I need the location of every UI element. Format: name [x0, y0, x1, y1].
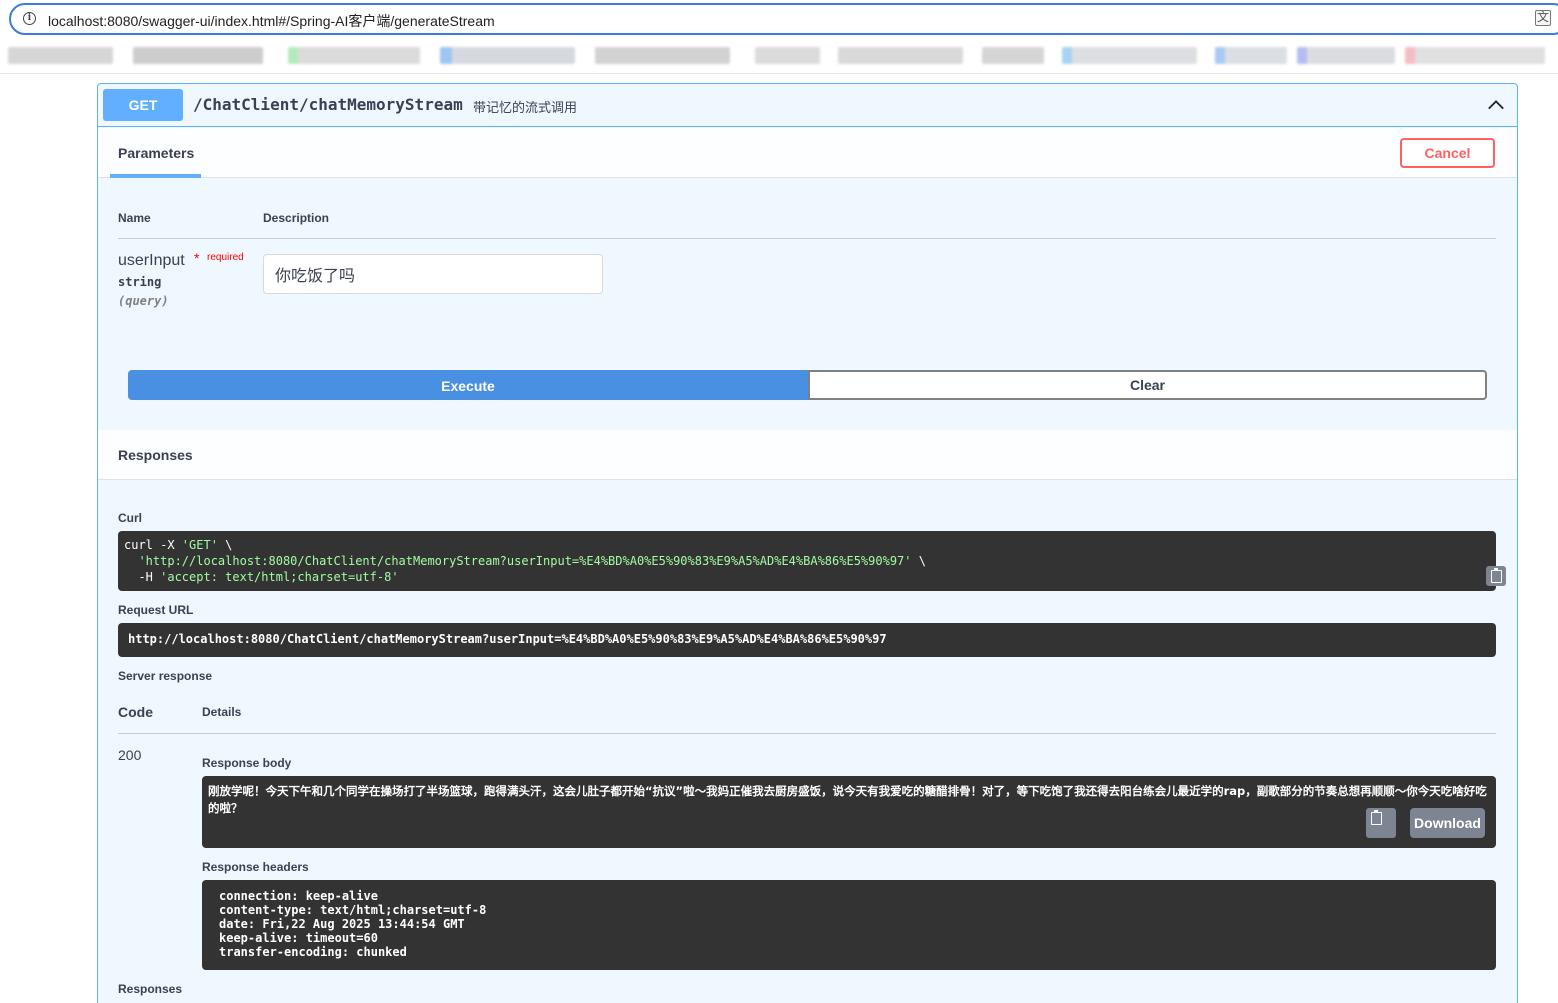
copy-icon[interactable]: [1366, 808, 1396, 838]
bookmark-item[interactable]: [755, 47, 820, 64]
operation-path: /ChatClient/chatMemoryStream: [193, 95, 463, 114]
server-response-label: Server response: [118, 669, 213, 683]
curl-label: Curl: [118, 511, 142, 525]
code-column-header: Code: [118, 704, 153, 720]
url-text[interactable]: localhost:8080/swagger-ui/index.html#/Sp…: [48, 11, 495, 31]
curl-method: 'GET': [181, 538, 218, 552]
responses-footer-label: Responses: [118, 982, 183, 996]
response-headers-block: connection: keep-alive content-type: tex…: [202, 880, 1496, 970]
translate-icon[interactable]: 文: [1535, 10, 1551, 26]
tab-parameters[interactable]: Parameters: [118, 145, 194, 161]
responses-title: Responses: [118, 447, 193, 463]
bookmark-item[interactable]: [838, 47, 963, 64]
cancel-button[interactable]: Cancel: [1400, 138, 1495, 168]
chevron-up-icon[interactable]: [1487, 96, 1505, 114]
bookmark-item[interactable]: [1405, 47, 1545, 64]
parameters-header: Parameters Cancel: [98, 128, 1517, 178]
bookmark-item[interactable]: [440, 47, 575, 64]
curl-line-continuation: \: [911, 554, 926, 568]
details-column-header: Details: [202, 705, 242, 719]
bookmark-item[interactable]: [1215, 47, 1287, 64]
param-location: (query): [118, 294, 169, 308]
curl-code-block[interactable]: curl -X 'GET' \ 'http://localhost:8080/C…: [118, 531, 1506, 591]
param-type: string: [118, 275, 162, 289]
operation-description: 带记忆的流式调用: [473, 100, 578, 115]
operation-block: GET /ChatClient/chatMemoryStream 带记忆的流式调…: [97, 83, 1518, 1003]
divider: [118, 733, 1496, 734]
bookmark-item[interactable]: [595, 47, 730, 64]
tab-active-indicator: [110, 174, 201, 178]
response-body-text: 刚放学呢！今天下午和几个同学在操场打了半场篮球，跑得满头汗，这会儿肚子都开始“抗…: [208, 784, 1487, 815]
operation-summary[interactable]: GET /ChatClient/chatMemoryStream 带记忆的流式调…: [98, 84, 1517, 127]
clear-button[interactable]: Clear: [808, 370, 1487, 400]
bookmark-item[interactable]: [1062, 47, 1197, 64]
copy-icon[interactable]: [1486, 566, 1506, 586]
column-header-description: Description: [263, 211, 330, 225]
bookmarks-bar: [0, 38, 1558, 74]
curl-header-flag: -H: [124, 570, 161, 584]
required-star: *: [194, 250, 200, 266]
bookmark-item[interactable]: [288, 47, 420, 64]
bookmark-item[interactable]: [8, 47, 113, 64]
request-url-label: Request URL: [118, 603, 194, 617]
required-label: required: [207, 252, 244, 263]
url-field[interactable]: i localhost:8080/swagger-ui/index.html#/…: [9, 3, 1558, 35]
user-input-field[interactable]: [263, 254, 603, 294]
bookmark-item[interactable]: [133, 47, 263, 64]
response-body-block[interactable]: 刚放学呢！今天下午和几个同学在操场打了半场篮球，跑得满头汗，这会儿肚子都开始“抗…: [202, 776, 1496, 848]
request-url-block: http://localhost:8080/ChatClient/chatMem…: [118, 623, 1496, 657]
responses-header: Responses: [98, 430, 1517, 480]
download-button[interactable]: Download: [1410, 808, 1485, 838]
divider: [118, 238, 1496, 239]
bookmark-item[interactable]: [1297, 47, 1395, 64]
curl-command: curl -X: [124, 538, 182, 552]
info-icon[interactable]: i: [23, 12, 36, 25]
status-code: 200: [118, 747, 142, 763]
param-name: userInput: [118, 252, 185, 269]
curl-header: 'accept: text/html;charset=utf-8': [160, 570, 399, 584]
column-header-name: Name: [118, 211, 151, 225]
curl-line-continuation: \: [217, 538, 233, 552]
http-method-badge: GET: [103, 89, 183, 121]
execute-button[interactable]: Execute: [128, 370, 808, 400]
curl-url: 'http://localhost:8080/ChatClient/chatMe…: [138, 554, 912, 568]
response-body-label: Response body: [202, 756, 292, 770]
browser-address-bar: i localhost:8080/swagger-ui/index.html#/…: [0, 0, 1558, 38]
response-headers-label: Response headers: [202, 860, 309, 874]
bookmark-item[interactable]: [982, 47, 1044, 64]
